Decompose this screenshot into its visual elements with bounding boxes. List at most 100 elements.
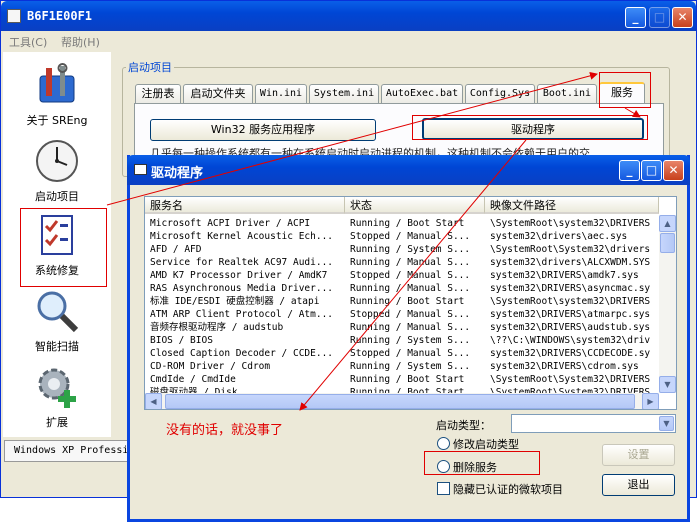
driver-path-cell: \SystemRoot\System32\drivers xyxy=(490,244,651,255)
scroll-right-icon[interactable]: ▶ xyxy=(642,393,659,409)
table-row[interactable]: Closed Caption Decoder / CCDE... Stopped … xyxy=(145,347,660,360)
driver-status-cell: Running / Boot Start xyxy=(350,296,465,307)
nav-item-about[interactable]: 关于 SREng xyxy=(3,62,111,128)
win32-services-button[interactable]: Win32 服务应用程序 xyxy=(150,119,376,141)
driver-path-cell: system32\drivers\aec.sys xyxy=(490,231,628,242)
nav-item-extend[interactable]: 扩展 xyxy=(3,364,111,430)
driver-name-cell: 音频存根驱动程序 / audstub xyxy=(150,322,284,333)
driver-status-cell: Stopped / Manual S... xyxy=(350,348,471,359)
table-row[interactable]: Microsoft Kernel Acoustic Ech... Stopped … xyxy=(145,230,660,243)
column-header-path[interactable]: 映像文件路径 xyxy=(485,197,659,214)
menu-help[interactable]: 帮助(H) xyxy=(61,34,100,50)
tab-win-ini[interactable]: Win.ini xyxy=(255,84,307,103)
startup-type-select[interactable]: ▼ xyxy=(511,414,676,433)
table-row[interactable]: AFD / AFD Running / System S... \SystemRoo… xyxy=(145,243,660,256)
nav-label-scan: 智能扫描 xyxy=(35,340,79,353)
driver-path-cell: \SystemRoot\system32\DRIVERS xyxy=(490,296,651,307)
set-button[interactable]: 设置 xyxy=(602,444,675,466)
driver-path-cell: system32\DRIVERS\atmarpc.sys xyxy=(490,309,651,320)
highlight-repair xyxy=(20,208,107,287)
table-row[interactable]: 音频存根驱动程序 / audstub Running / Manual S... s… xyxy=(145,321,660,334)
table-row[interactable]: 标准 IDE/ESDI 硬盘控制器 / atapi Running / Boot … xyxy=(145,295,660,308)
driver-list[interactable]: 服务名 状态 映像文件路径 Microsoft ACPI Driver / AC… xyxy=(144,196,677,410)
driver-name-cell: Service for Realtek AC97 Audi... xyxy=(150,257,334,268)
vertical-scroll-thumb[interactable] xyxy=(660,233,675,253)
nav-item-startup[interactable]: 启动项目 xyxy=(3,138,111,204)
title-bar: B6F1E00F1 _ □ ✕ xyxy=(1,1,696,31)
menu-tools[interactable]: 工具(C) xyxy=(9,34,47,50)
table-row[interactable]: RAS Asynchronous Media Driver... Running … xyxy=(145,282,660,295)
hide-microsoft-checkbox[interactable] xyxy=(437,482,450,495)
driver-name-cell: Microsoft ACPI Driver / ACPI xyxy=(150,218,311,229)
driver-status-cell: Running / System S... xyxy=(350,335,471,346)
driver-name-cell: 标准 IDE/ESDI 硬盘控制器 / atapi xyxy=(150,296,320,307)
driver-name-cell: CmdIde / CmdIde xyxy=(150,374,236,385)
driver-status-cell: Running / Manual S... xyxy=(350,322,471,333)
nav-label-startup: 启动项目 xyxy=(35,190,79,203)
scroll-down-icon[interactable]: ▼ xyxy=(659,376,676,393)
modify-startup-label[interactable]: 修改启动类型 xyxy=(453,436,519,452)
driver-name-cell: BIOS / BIOS xyxy=(150,335,213,346)
driver-path-cell: \??\C:\WINDOWS\system32\driv xyxy=(490,335,651,346)
tab-startup-folder[interactable]: 启动文件夹 xyxy=(183,84,253,103)
annotation-note: 没有的话，就没事了 xyxy=(166,423,284,438)
clock-icon xyxy=(34,138,80,184)
menu-bar: 工具(C) 帮助(H) xyxy=(1,31,696,51)
table-row[interactable]: BIOS / BIOS Running / System S... \??\C:\W… xyxy=(145,334,660,347)
modify-startup-radio[interactable] xyxy=(437,437,450,450)
tab-system-ini[interactable]: System.ini xyxy=(309,84,379,103)
maximize-button[interactable]: □ xyxy=(649,7,670,28)
chevron-down-icon[interactable]: ▼ xyxy=(659,416,674,431)
startup-group-label: 启动项目 xyxy=(126,59,174,75)
table-row[interactable]: ATM ARP Client Protocol / Atm... Stopped … xyxy=(145,308,660,321)
driver-path-cell: \SystemRoot\System32\DRIVERS xyxy=(490,374,651,385)
driver-name-cell: AMD K7 Processor Driver / AmdK7 xyxy=(150,270,328,281)
table-row[interactable]: AMD K7 Processor Driver / AmdK7 Stopped /… xyxy=(145,269,660,282)
tab-registry[interactable]: 注册表 xyxy=(135,84,181,103)
driver-path-cell: system32\DRIVERS\asyncmac.sy xyxy=(490,283,651,294)
highlight-drivers-button xyxy=(412,115,648,140)
driver-path-cell: system32\DRIVERS\audstub.sys xyxy=(490,322,651,333)
driver-name-cell: RAS Asynchronous Media Driver... xyxy=(150,283,334,294)
nav-item-scan[interactable]: 智能扫描 xyxy=(3,288,111,354)
exit-button[interactable]: 退出 xyxy=(602,474,675,496)
dialog-minimize-button[interactable]: _ xyxy=(619,160,640,181)
driver-name-cell: CD-ROM Driver / Cdrom xyxy=(150,361,271,372)
driver-name-cell: ATM ARP Client Protocol / Atm... xyxy=(150,309,334,320)
driver-status-cell: Stopped / Manual S... xyxy=(350,309,471,320)
column-header-name[interactable]: 服务名 xyxy=(145,197,345,214)
tab-boot-ini[interactable]: Boot.ini xyxy=(537,84,597,103)
driver-status-cell: Running / System S... xyxy=(350,361,471,372)
highlight-services-tab xyxy=(599,72,651,108)
toolbox-icon xyxy=(34,62,80,108)
app-icon xyxy=(7,9,21,23)
driver-status-cell: Stopped / Manual S... xyxy=(350,270,471,281)
minimize-button[interactable]: _ xyxy=(625,7,646,28)
driver-name-cell: Closed Caption Decoder / CCDE... xyxy=(150,348,334,359)
dialog-maximize-button[interactable]: □ xyxy=(641,160,662,181)
table-row[interactable]: Service for Realtek AC97 Audi... Running … xyxy=(145,256,660,269)
nav-label-about: 关于 SREng xyxy=(26,114,88,127)
tab-autoexec-bat[interactable]: AutoExec.bat xyxy=(381,84,463,103)
tab-config-sys[interactable]: Config.Sys xyxy=(465,84,535,103)
vertical-scrollbar[interactable]: ▲ ▼ xyxy=(659,215,676,393)
dialog-title: 驱动程序 xyxy=(151,166,204,181)
dialog-close-button[interactable]: ✕ xyxy=(663,160,684,181)
startup-type-label: 启动类型： xyxy=(436,419,491,432)
driver-name-cell: AFD / AFD xyxy=(150,244,202,255)
horizontal-scroll-thumb[interactable] xyxy=(165,394,635,409)
driver-status-cell: Running / Manual S... xyxy=(350,257,471,268)
driver-status-cell: Running / Boot Start xyxy=(350,374,465,385)
table-row[interactable]: Microsoft ACPI Driver / ACPI Running / Bo… xyxy=(145,217,660,230)
magnifier-icon xyxy=(34,288,80,334)
table-row[interactable]: CD-ROM Driver / Cdrom Running / System S.… xyxy=(145,360,660,373)
table-row[interactable]: CmdIde / CmdIde Running / Boot Start \Syst… xyxy=(145,373,660,386)
scroll-up-icon[interactable]: ▲ xyxy=(659,215,676,232)
horizontal-scrollbar[interactable]: ◀ ▶ xyxy=(145,393,659,409)
column-header-status[interactable]: 状态 xyxy=(345,197,485,214)
hide-microsoft-label[interactable]: 隐藏已认证的微软项目 xyxy=(453,481,563,497)
os-status: Windows XP Professi xyxy=(4,440,128,462)
scroll-left-icon[interactable]: ◀ xyxy=(145,393,162,409)
close-button[interactable]: ✕ xyxy=(672,7,693,28)
driver-path-cell: system32\DRIVERS\amdk7.sys xyxy=(490,270,639,281)
